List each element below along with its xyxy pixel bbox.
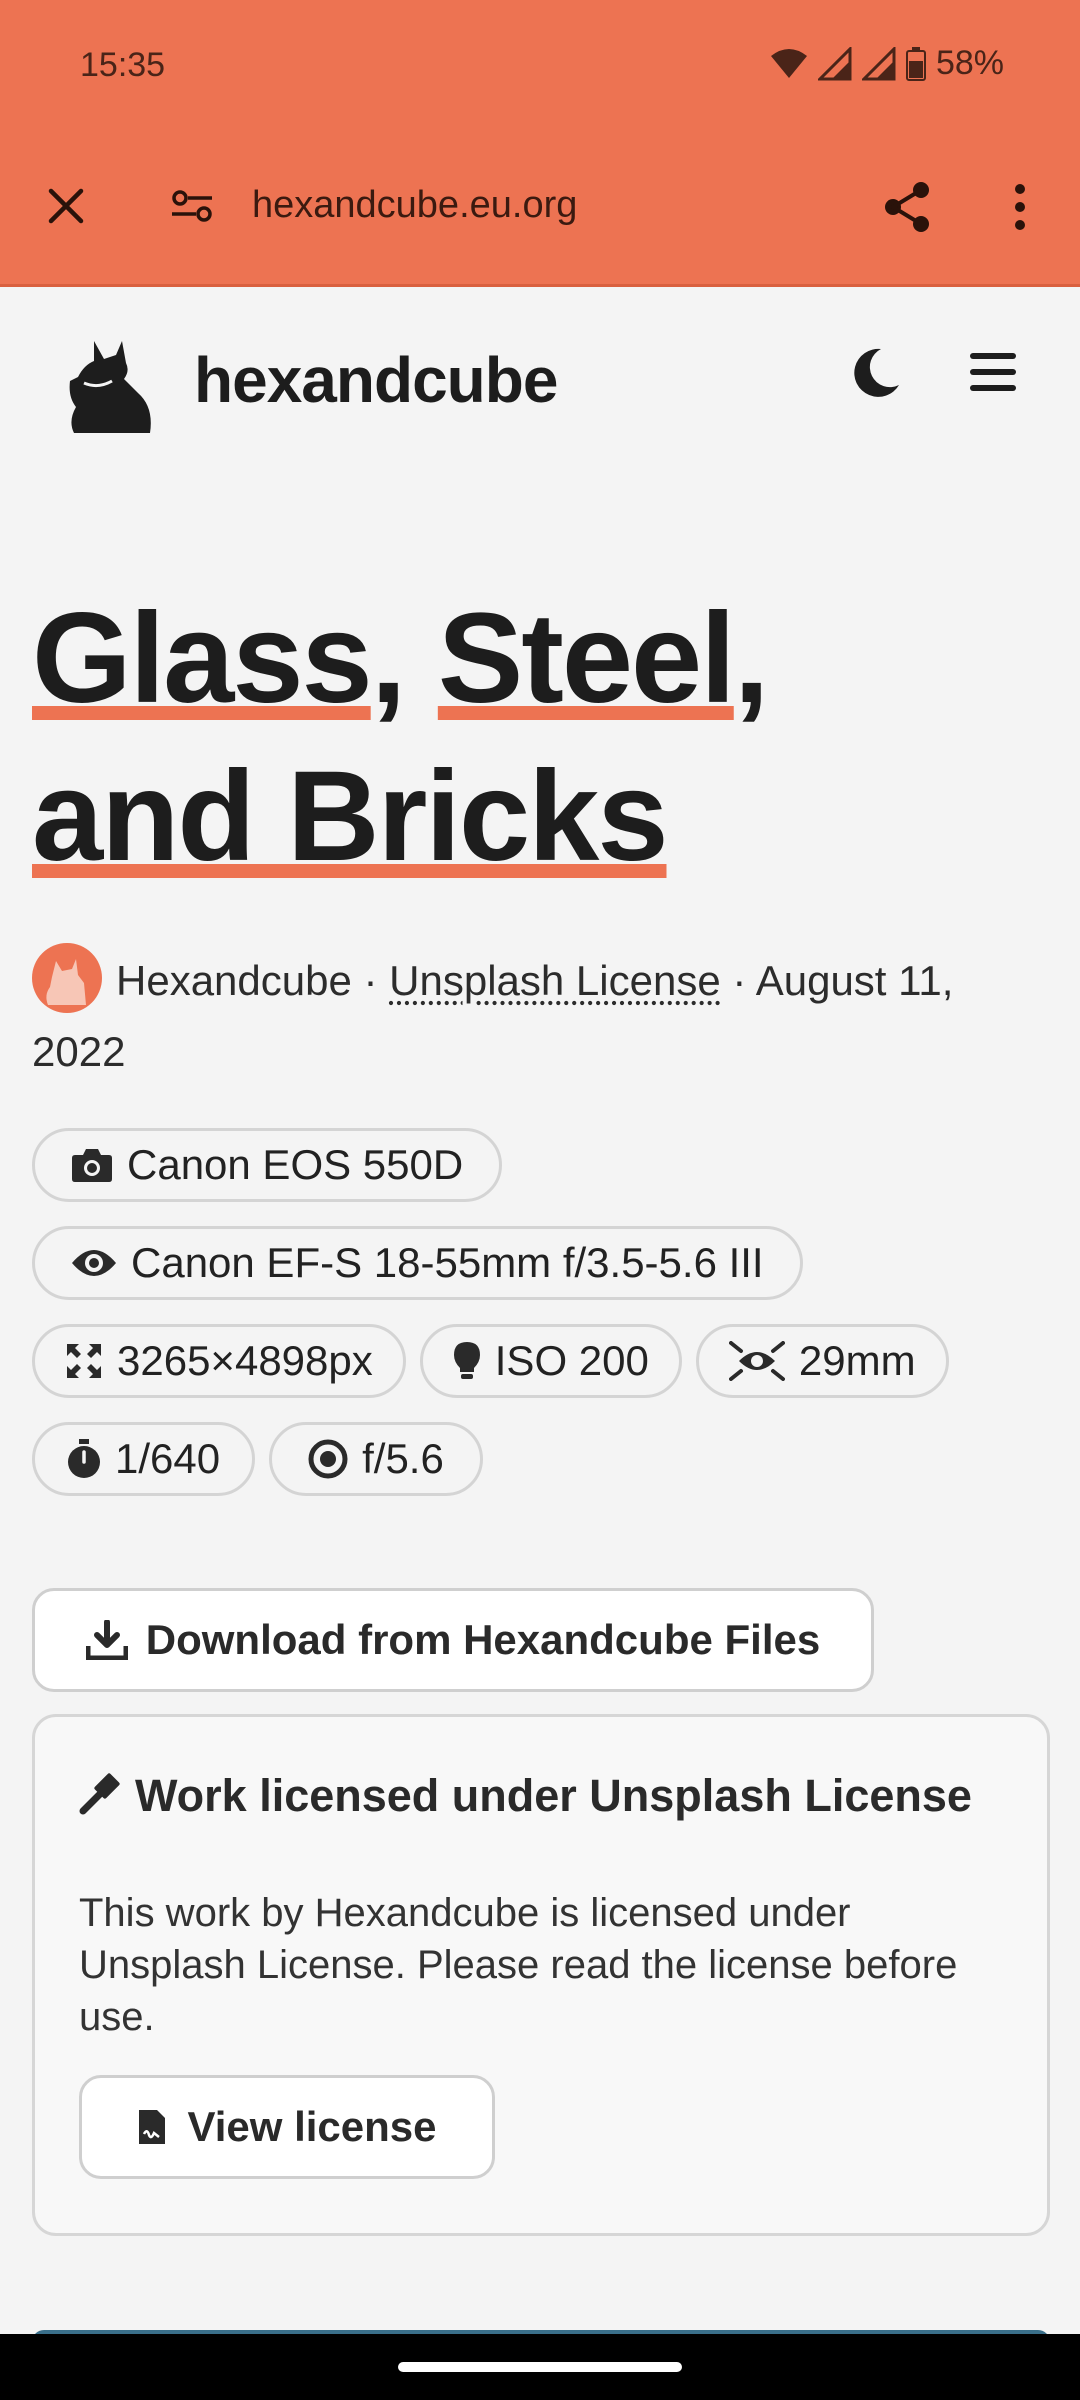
status-time: 15:35: [80, 46, 166, 84]
resolution-chip: 3265×4898px: [32, 1324, 406, 1398]
focal-length-value: 29mm: [798, 1337, 916, 1384]
camera-chip: Canon EOS 550D: [32, 1128, 503, 1202]
stopwatch-icon: [68, 1439, 100, 1478]
site-header: hexandcube: [0, 287, 1080, 467]
more-vert-icon: [1015, 184, 1025, 230]
gesture-nav-bar: [0, 2334, 1080, 2400]
download-label: Download from Hexandcube Files: [145, 1616, 821, 1663]
fox-logo-icon[interactable]: [64, 337, 156, 437]
download-button[interactable]: Download from Hexandcube Files: [32, 1588, 874, 1692]
license-link[interactable]: Unsplash License: [389, 957, 721, 1004]
close-icon: [48, 188, 84, 224]
camera-icon: [72, 1149, 112, 1182]
article-title: Glass, Steel, and Bricks: [32, 580, 1052, 896]
title-separator-2: ,: [733, 587, 770, 730]
eye-icon: [72, 1250, 116, 1276]
wifi-icon: [770, 48, 807, 78]
meta-separator-2: ·: [720, 957, 756, 1004]
signal-icon-2: [861, 46, 896, 80]
license-heading-text: Work licensed under Unsplash License: [135, 1770, 972, 1821]
view-license-label: View license: [187, 2103, 437, 2150]
view-license-button[interactable]: View license: [79, 2075, 495, 2179]
aperture-chip: f/5.6: [269, 1422, 483, 1496]
status-icons: 58%: [770, 44, 1004, 83]
site-name[interactable]: hexandcube: [194, 343, 558, 417]
hamburger-menu-icon: [970, 353, 1016, 391]
license-heading: Work licensed under Unsplash License: [79, 1765, 979, 1827]
lightbulb-icon: [453, 1342, 480, 1379]
moon-icon: [854, 348, 899, 397]
license-card: Work licensed under Unsplash License Thi…: [32, 1714, 1050, 2236]
shutter-value: 1/640: [115, 1435, 221, 1482]
meta-separator: ·: [351, 957, 390, 1004]
menu-button[interactable]: [958, 337, 1028, 407]
battery-percent: 58%: [935, 44, 1004, 82]
share-button[interactable]: [874, 174, 940, 240]
download-icon: [85, 1620, 128, 1660]
title-tag-bricks[interactable]: and Bricks: [32, 745, 668, 888]
photo-info: Canon EOS 550D Canon EF-S 18-55mm f/3.5-…: [32, 1128, 1052, 1520]
zoom-eye-icon: [728, 1341, 785, 1381]
url-text[interactable]: hexandcube.eu.org: [252, 184, 577, 227]
tune-icon: [172, 190, 212, 222]
lens-chip: Canon EF-S 18-55mm f/3.5-5.6 III: [32, 1226, 803, 1300]
dark-mode-toggle[interactable]: [842, 337, 912, 407]
expand-icon: [67, 1344, 101, 1378]
aperture-icon: [308, 1439, 348, 1479]
author-name: Hexandcube: [116, 957, 352, 1004]
close-tab-button[interactable]: [34, 174, 98, 238]
lens-model: Canon EF-S 18-55mm f/3.5-5.6 III: [131, 1239, 764, 1286]
article-meta: Hexandcube · Unsplash License · August 1…: [32, 942, 1042, 1085]
iso-value: ISO 200: [494, 1337, 649, 1384]
more-options-button[interactable]: [990, 174, 1050, 240]
signal-icon: [817, 46, 852, 80]
status-bar: 15:35 58%: [0, 0, 1080, 134]
iso-chip: ISO 200: [419, 1324, 682, 1398]
license-description: This work by Hexandcube is licensed unde…: [79, 1891, 958, 2039]
title-separator: ,: [370, 587, 438, 730]
home-handle[interactable]: [398, 2362, 682, 2372]
author-avatar: [32, 942, 102, 1013]
fox-avatar-icon: [46, 958, 86, 1005]
resolution-value: 3265×4898px: [117, 1337, 373, 1384]
battery-icon: [905, 46, 926, 81]
title-tag-steel[interactable]: Steel: [438, 587, 736, 730]
site-settings-button[interactable]: [160, 174, 224, 238]
shutter-chip: 1/640: [32, 1422, 256, 1496]
focal-length-chip: 29mm: [695, 1324, 949, 1398]
title-tag-glass[interactable]: Glass: [32, 587, 373, 730]
camera-model: Canon EOS 550D: [127, 1141, 464, 1188]
file-contract-icon: [139, 2110, 166, 2144]
aperture-value: f/5.6: [362, 1435, 444, 1482]
browser-toolbar: hexandcube.eu.org: [0, 134, 1080, 287]
gavel-icon: [79, 1773, 120, 1815]
share-icon: [885, 182, 929, 232]
